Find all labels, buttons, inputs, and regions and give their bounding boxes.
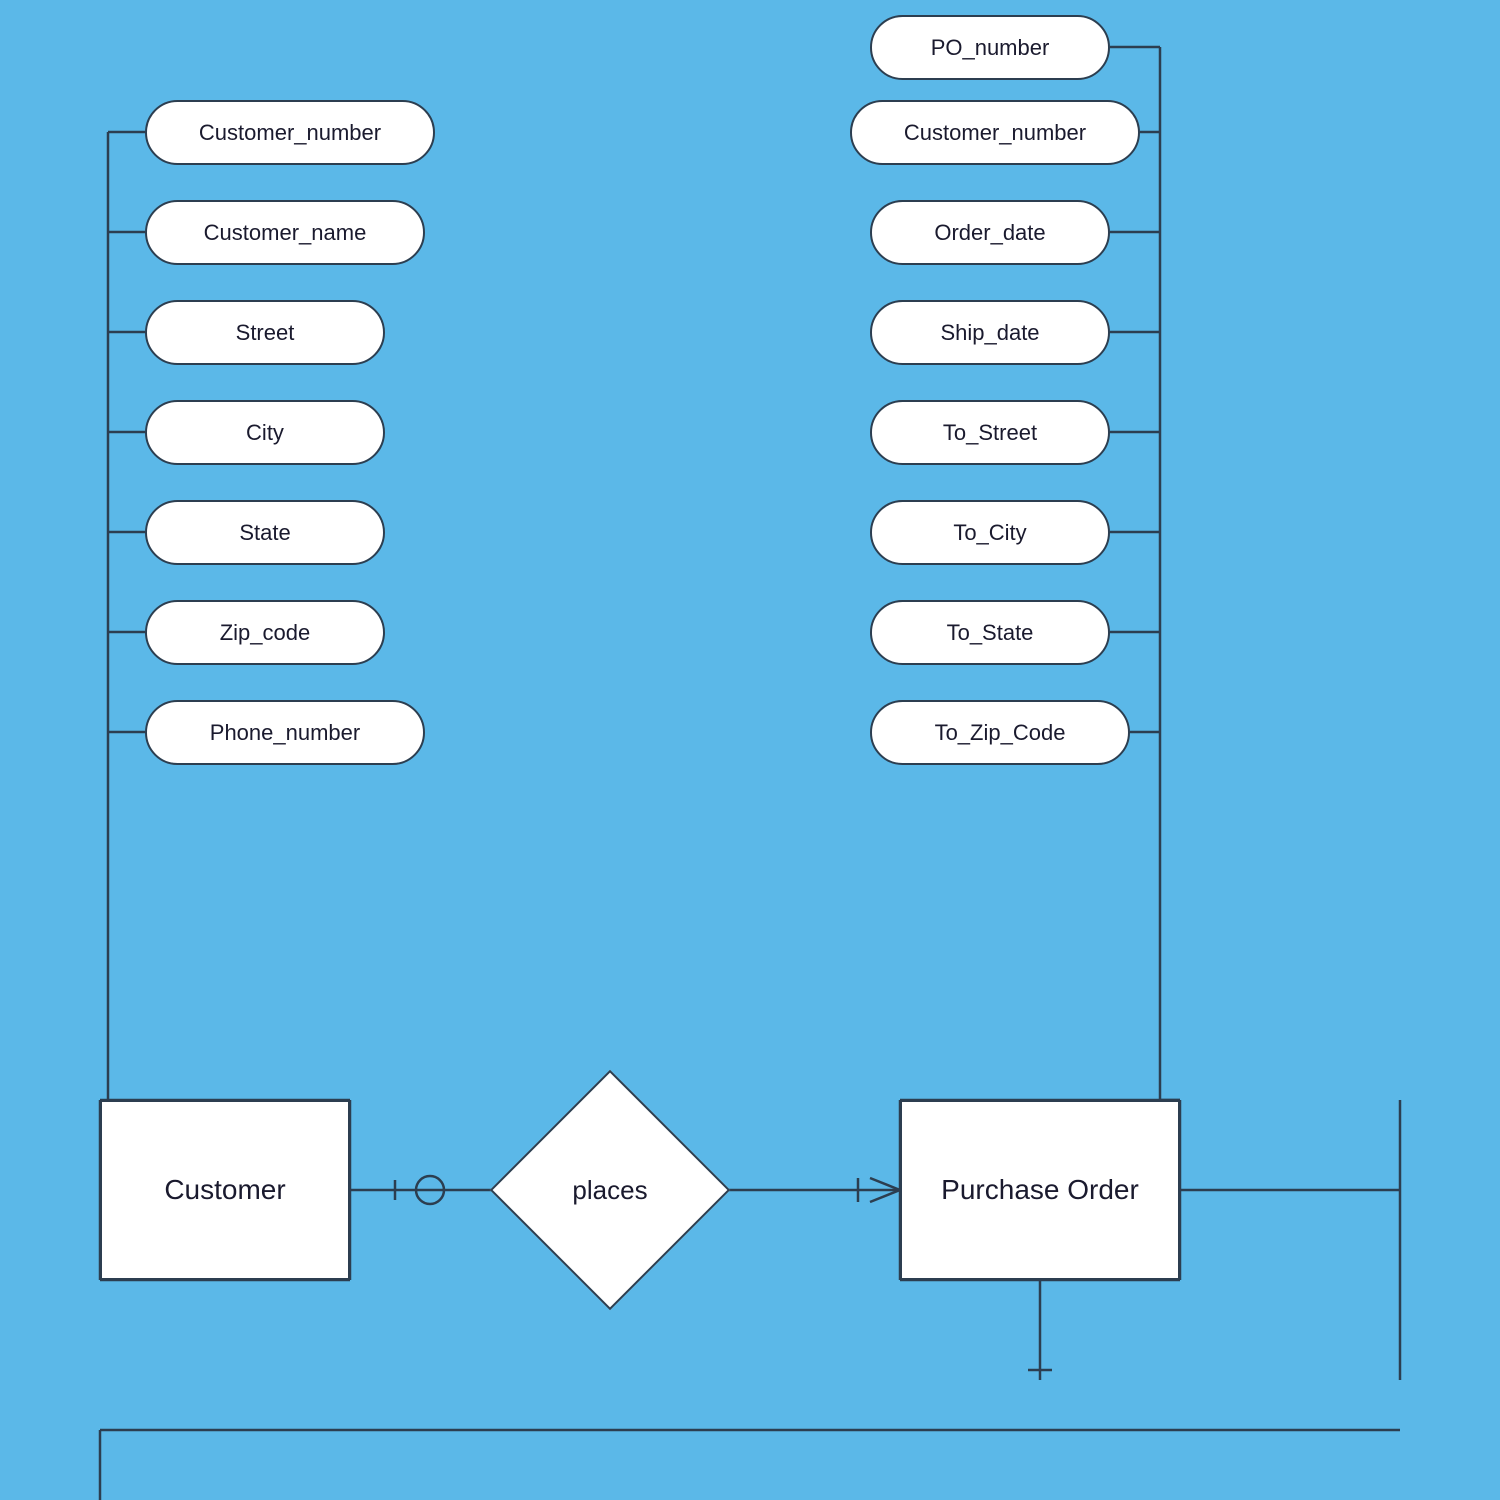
street-attr: Street [145,300,385,365]
relationship-label: places [572,1175,647,1206]
to-city-attr: To_City [870,500,1110,565]
po-number-attr: PO_number [870,15,1110,80]
phone-number-attr: Phone_number [145,700,425,765]
to-state-attr: To_State [870,600,1110,665]
purchase-order-entity: Purchase Order [900,1100,1180,1280]
zip-code-attr: Zip_code [145,600,385,665]
customer-number-attr: Customer_number [145,100,435,165]
ship-date-attr: Ship_date [870,300,1110,365]
order-date-attr: Order_date [870,200,1110,265]
to-zip-code-attr: To_Zip_Code [870,700,1130,765]
customer-name-attr: Customer_name [145,200,425,265]
customer-entity: Customer [100,1100,350,1280]
places-relationship: places [510,1090,710,1290]
er-diagram: Customer_number Customer_name Street Cit… [0,0,1500,1500]
state-attr: State [145,500,385,565]
to-street-attr: To_Street [870,400,1110,465]
city-attr: City [145,400,385,465]
po-customer-number-attr: Customer_number [850,100,1140,165]
